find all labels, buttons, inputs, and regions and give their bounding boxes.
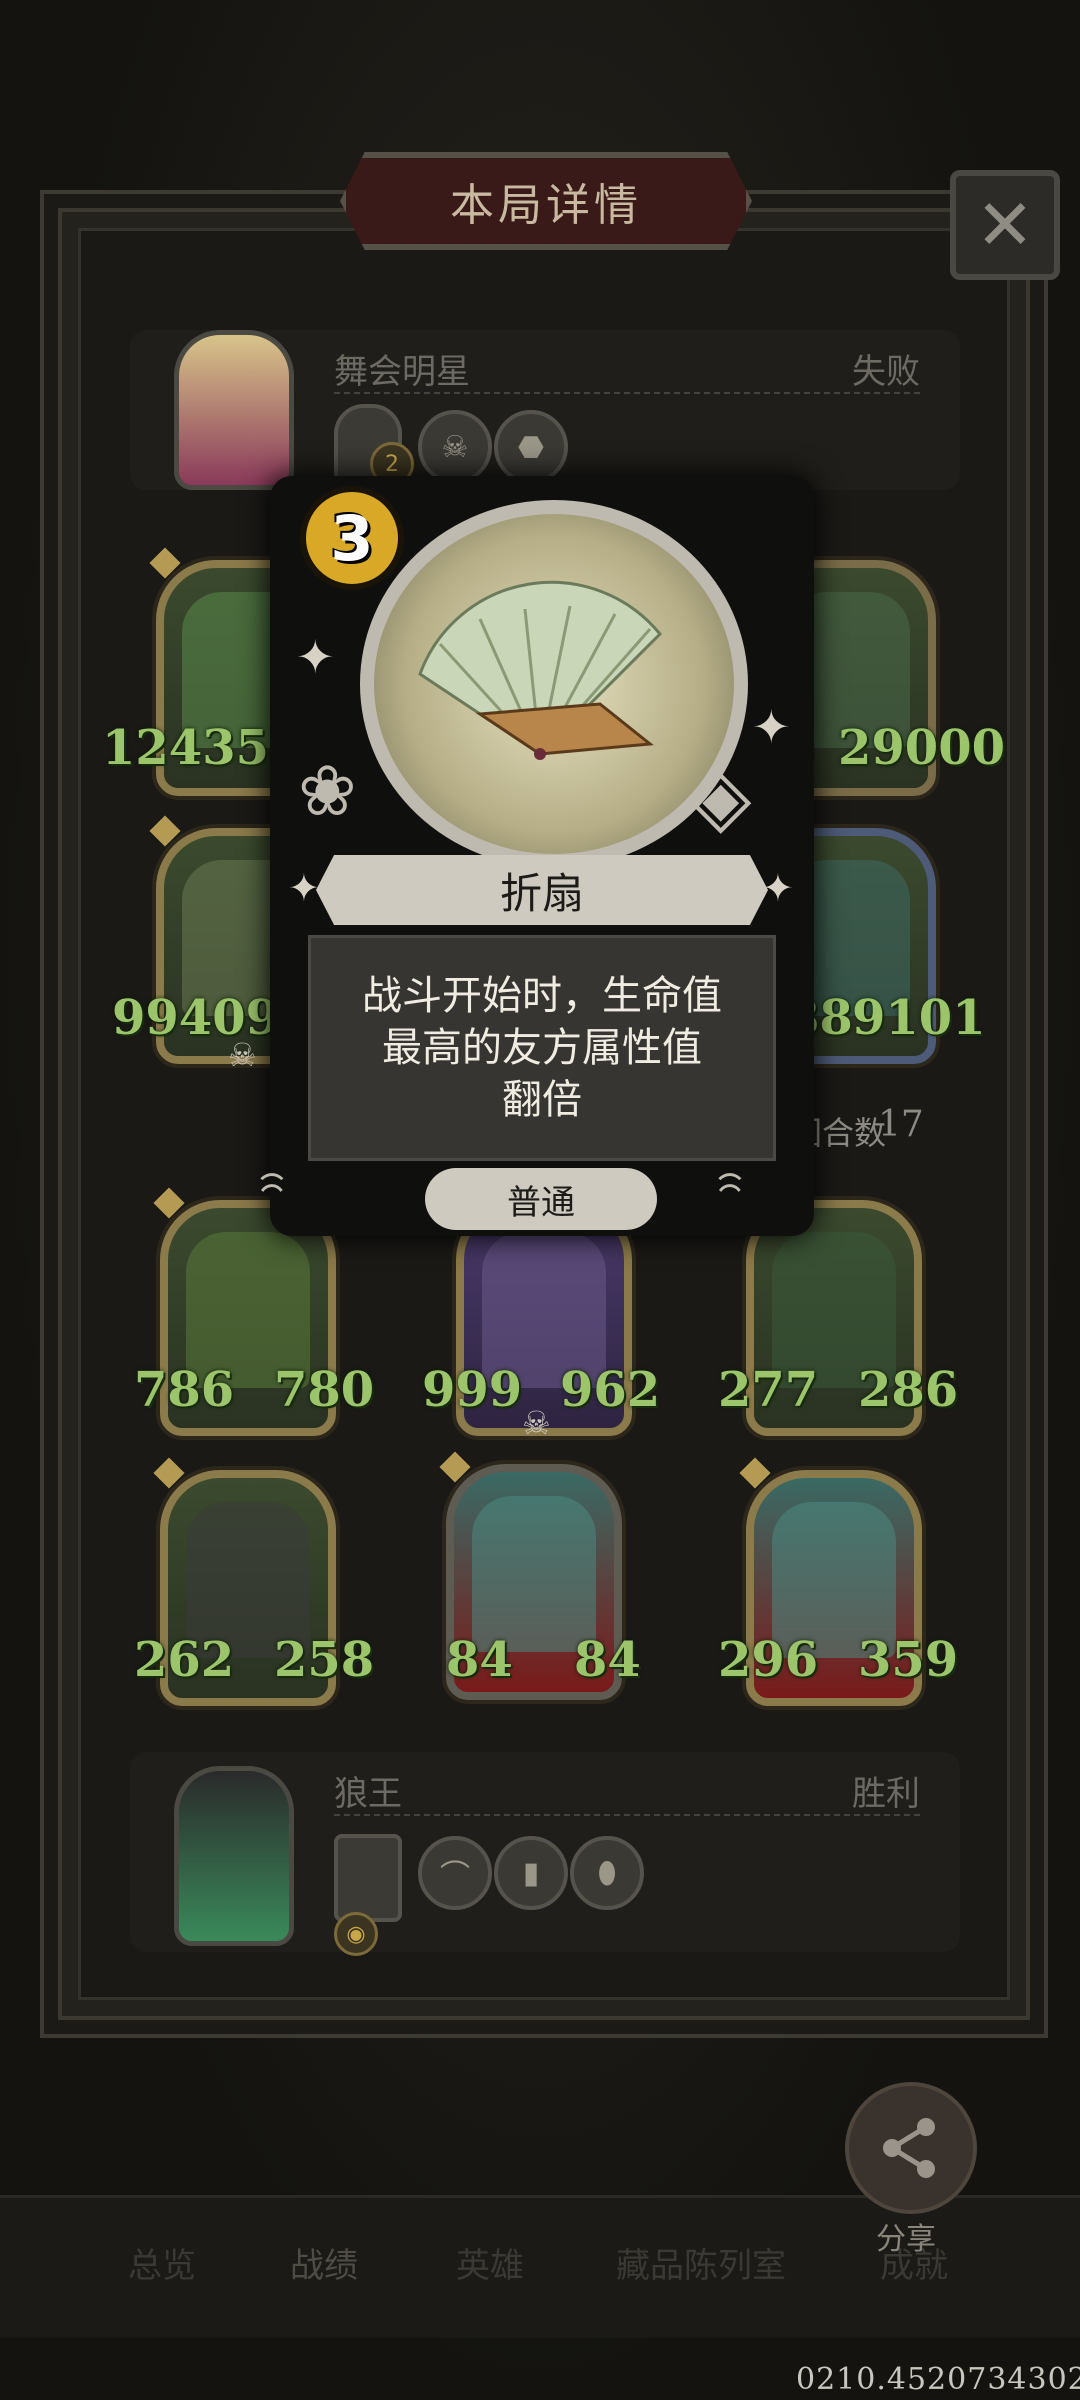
player-4-health: 258 [274,1632,375,1688]
sparkle-icon: ✦ [296,630,335,684]
wolf-emblem-icon: ◉ [334,1912,378,1956]
player-2-attack: 999 [422,1362,523,1418]
item-tier-badge: 3 [300,486,404,590]
opponent-player-row[interactable]: 舞会明星 失败 2 ☠ ⬣ [130,330,960,492]
beast-item-icon[interactable]: ⬣ [494,410,568,484]
share-icon [883,2118,935,2178]
opponent-name: 舞会明星 [334,352,470,392]
share-button[interactable] [845,2082,977,2214]
close-button[interactable]: ✕ [950,170,1060,280]
rune-icon: ◈ [690,750,752,843]
item-name: 折扇 [499,868,584,918]
player-6-attack: 296 [718,1632,819,1688]
page-title: 本局详情 [450,180,642,231]
share-label: 分享 [876,2222,936,2257]
item-name-band: 折扇 [316,855,768,925]
player-2-health: 962 [560,1362,661,1418]
jar-item-icon[interactable]: ⬮ [570,1836,644,1910]
player-5-attack: 84 [446,1632,513,1688]
paw-icon: ❀ [298,750,357,832]
divider [334,392,920,394]
player-1-attack: 786 [134,1362,235,1418]
player-4-attack: 262 [134,1632,235,1688]
divider [334,1814,920,1816]
page-title-plate: 本局详情 [340,152,752,250]
player-6-health: 359 [858,1632,959,1688]
tab-collection[interactable]: 藏品陈列室 [616,2238,786,2287]
item-rarity-pill: 普通 [425,1168,657,1230]
tab-records[interactable]: 战绩 [290,2238,358,2287]
skeleton-item-icon[interactable]: ☠ [418,410,492,484]
sparkle-icon: ✦ [752,700,791,754]
fan-item-icon[interactable]: ⌒ [418,1836,492,1910]
player-3-health: 286 [858,1362,959,1418]
enemy-8-health: 9101 [852,990,986,1046]
round-count: 17 [878,1104,924,1145]
self-hero-icon[interactable] [334,1834,402,1922]
player-3-attack: 277 [718,1362,819,1418]
item-rarity: 普通 [507,1182,575,1223]
item-description-box: 战斗开始时，生命值 最高的友方属性值 翻倍 [308,935,776,1161]
tab-overview[interactable]: 总览 [128,2238,196,2287]
self-avatar [174,1766,294,1946]
item-description: 战斗开始时，生命值 最高的友方属性值 翻倍 [362,973,722,1123]
enemy-4-health: 29000 [838,720,1005,776]
sparkle-icon: ✦ [288,866,320,910]
close-icon: ✕ [975,184,1035,266]
folding-fan-icon [418,580,663,760]
tab-heroes[interactable]: 英雄 [456,2238,524,2287]
skull-icon: ☠ [228,1036,257,1074]
skull-icon: ☠ [522,1404,551,1442]
self-result: 胜利 [852,1774,920,1814]
self-name: 狼王 [334,1774,402,1814]
player-1-health: 780 [274,1362,375,1418]
self-player-row[interactable]: 狼王 胜利 ◉ ⌒ ▮ ⬮ [130,1752,960,1956]
opponent-avatar [174,330,294,490]
player-5-health: 84 [574,1632,641,1688]
opponent-result: 失败 [852,352,920,392]
book-item-icon[interactable]: ▮ [494,1836,568,1910]
footer-id: 0210.4520734302 [796,2362,1080,2397]
